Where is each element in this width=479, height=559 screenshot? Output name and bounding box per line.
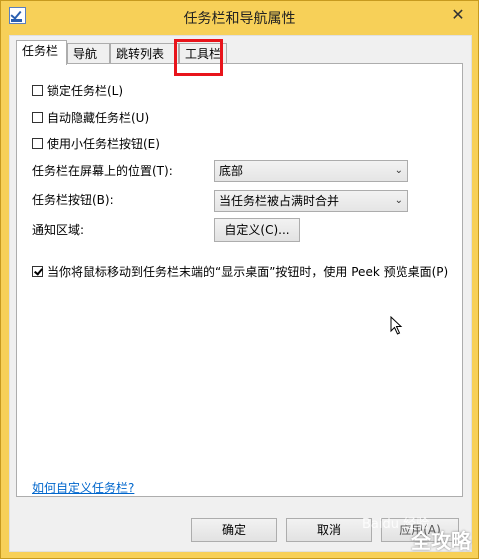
tab-jump-lists[interactable]: 跳转列表	[110, 43, 179, 63]
tab-taskbar[interactable]: 任务栏	[16, 40, 67, 65]
close-icon[interactable]: ✕	[445, 5, 471, 25]
help-link[interactable]: 如何自定义任务栏?	[32, 479, 134, 496]
auto-hide-checkbox[interactable]	[32, 111, 43, 123]
small-buttons-checkbox[interactable]	[32, 137, 43, 149]
lock-taskbar-checkbox[interactable]	[32, 84, 43, 96]
properties-window: 任务栏和导航属性 ✕ 任务栏 导航 跳转列表 工具栏 锁定任务栏(L) 自动隐藏…	[0, 0, 479, 559]
taskbar-buttons-label: 任务栏按钮(B):	[32, 193, 114, 207]
notification-area-label: 通知区域:	[32, 223, 85, 237]
title-bar[interactable]: 任务栏和导航属性 ✕	[1, 1, 478, 31]
chevron-down-icon: ⌄	[394, 195, 403, 206]
auto-hide-label: 自动隐藏任务栏(U)	[47, 110, 150, 125]
taskbar-position-value: 底部	[219, 164, 244, 178]
peek-label: 当你将鼠标移动到任务栏末端的“显示桌面”按钮时，使用 Peek 预览桌面(P)	[47, 264, 449, 279]
watermark-logo-text: 全攻略	[411, 529, 471, 553]
lock-taskbar-label: 锁定任务栏(L)	[47, 83, 124, 98]
cancel-button[interactable]: 取消	[286, 518, 372, 542]
customize-notification-button[interactable]: 自定义(C)...	[214, 218, 300, 242]
taskbar-buttons-select[interactable]: 当任务栏被占满时合并 ⌄	[214, 190, 408, 212]
dialog-client: 任务栏 导航 跳转列表 工具栏 锁定任务栏(L) 自动隐藏任务栏(U) 使用小任…	[9, 35, 472, 552]
tab-navigation[interactable]: 导航	[67, 43, 110, 63]
taskbar-buttons-value: 当任务栏被占满时合并	[219, 194, 340, 208]
taskbar-position-label: 任务栏在屏幕上的位置(T):	[32, 164, 173, 178]
lock-taskbar-option[interactable]: 锁定任务栏(L)	[32, 81, 123, 99]
peek-option[interactable]: 当你将鼠标移动到任务栏末端的“显示桌面”按钮时，使用 Peek 预览桌面(P)	[32, 262, 448, 280]
mouse-cursor-icon	[390, 316, 403, 335]
taskbar-tab-panel: 锁定任务栏(L) 自动隐藏任务栏(U) 使用小任务栏按钮(E) 任务栏在屏幕上的…	[16, 63, 463, 497]
chevron-down-icon: ⌄	[394, 165, 403, 176]
toolbars-tab-highlight	[174, 39, 223, 76]
small-buttons-label: 使用小任务栏按钮(E)	[47, 136, 160, 151]
ok-button[interactable]: 确定	[191, 518, 277, 542]
auto-hide-option[interactable]: 自动隐藏任务栏(U)	[32, 108, 149, 126]
peek-checkbox[interactable]	[32, 265, 43, 277]
taskbar-position-select[interactable]: 底部 ⌄	[214, 160, 408, 182]
window-title: 任务栏和导航属性	[183, 11, 296, 27]
small-buttons-option[interactable]: 使用小任务栏按钮(E)	[32, 134, 160, 152]
